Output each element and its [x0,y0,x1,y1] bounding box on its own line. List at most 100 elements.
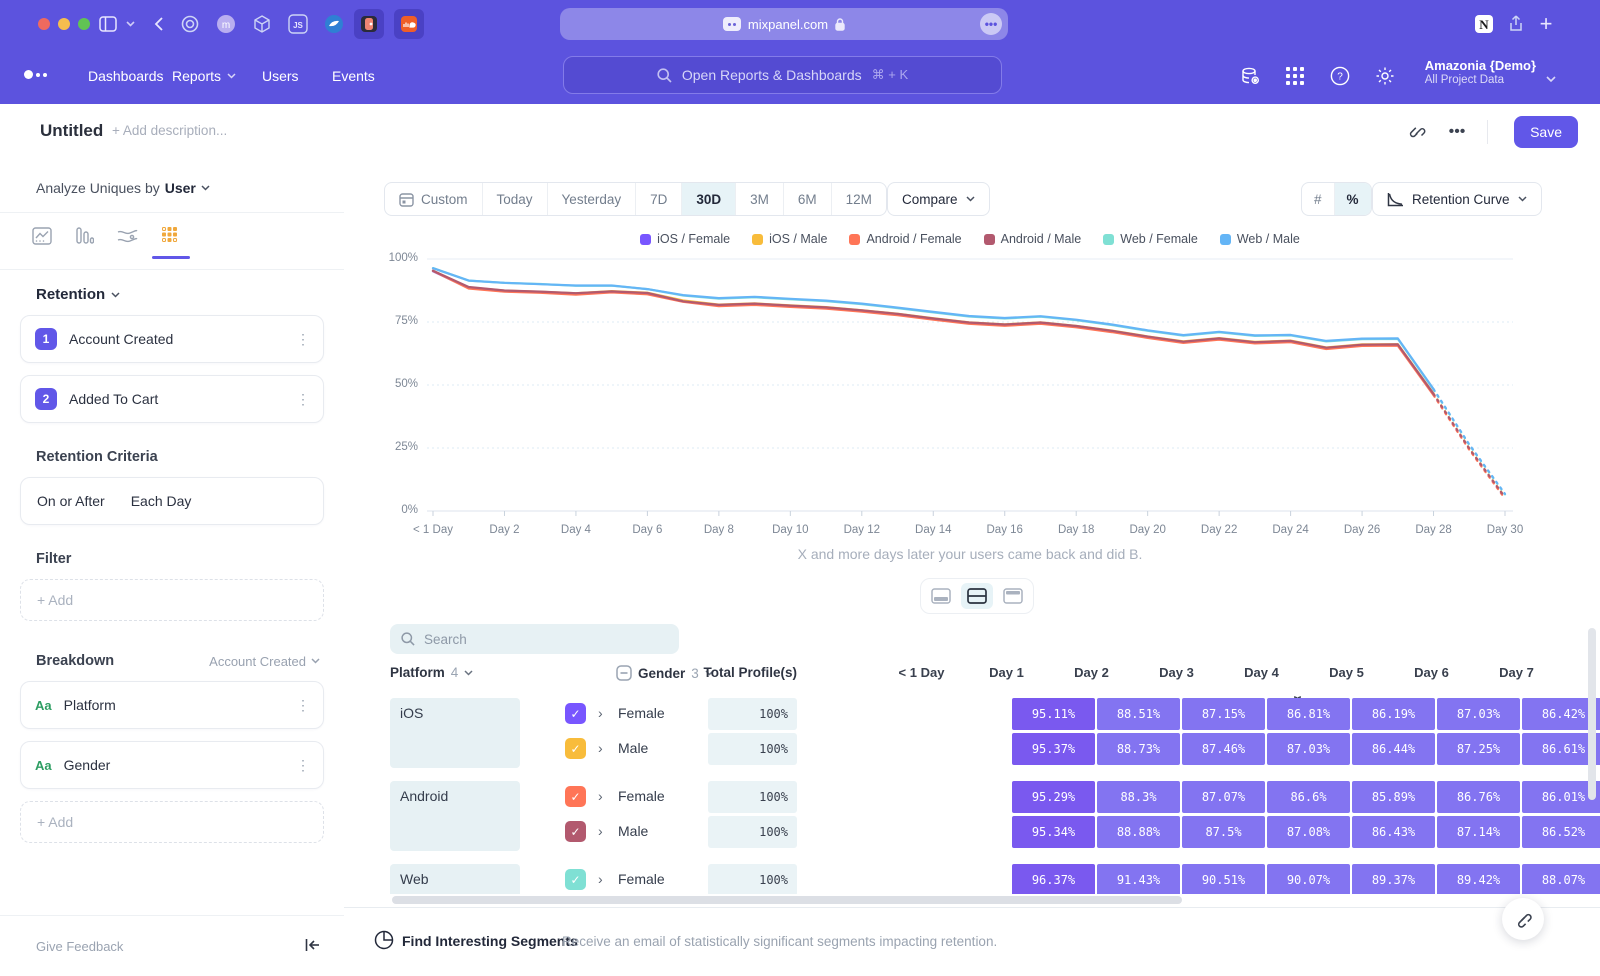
retention-value-cell[interactable]: 86.76% [1437,781,1520,813]
retention-value-cell[interactable]: 95.29% [1012,781,1095,813]
retention-value-cell[interactable]: 95.11% [1012,698,1095,730]
criteria-each-day[interactable]: Each Day [131,493,192,509]
back-icon[interactable] [146,12,170,36]
retention-value-cell[interactable]: 87.03% [1267,733,1350,765]
nav-item-events[interactable]: Events [332,62,375,90]
legend-item[interactable]: Web / Male [1220,232,1300,246]
globe-extension-icon[interactable] [322,12,346,36]
data-management-icon[interactable] [1236,62,1264,90]
settings-gear-icon[interactable] [1371,62,1399,90]
notion-app-icon[interactable]: N [1472,12,1496,36]
open-reports-search[interactable]: Open Reports & Dashboards ⌘ + K [563,56,1002,94]
compare-button[interactable]: Compare [887,182,990,216]
mode-absolute-button[interactable]: # [1302,183,1334,215]
view-split-button[interactable] [961,583,993,609]
retention-value-cell[interactable]: 85.89% [1352,781,1435,813]
nav-item-reports[interactable]: Reports [172,62,236,90]
nav-item-dashboards[interactable]: Dashboards [88,62,164,90]
retention-criteria-card[interactable]: On or After Each Day [20,477,324,525]
breakdown-platform[interactable]: AaPlatform⋮ [20,681,324,729]
retention-value-cell[interactable]: 86.81% [1267,698,1350,730]
breakdown-gender[interactable]: AaGender⋮ [20,741,324,789]
add-description[interactable]: + Add description... [112,123,227,138]
tab-flows[interactable] [106,216,149,256]
range-30d[interactable]: 30D [681,183,735,215]
breakdown-options-icon[interactable]: ⋮ [296,697,311,714]
step-options-icon[interactable]: ⋮ [296,331,311,348]
range-6m[interactable]: 6M [783,183,831,215]
row-checkbox[interactable]: ✓ [565,786,586,807]
range-3m[interactable]: 3M [735,183,783,215]
retention-value-cell[interactable]: 88.3% [1097,781,1180,813]
retention-value-cell[interactable]: 88.73% [1097,733,1180,765]
filter-add-button[interactable]: + Add [20,579,324,621]
row-checkbox[interactable]: ✓ [565,821,586,842]
legend-item[interactable]: Android / Male [984,232,1082,246]
platform-cell[interactable]: iOS [390,698,520,768]
retention-value-cell[interactable]: 86.6% [1267,781,1350,813]
retention-value-cell[interactable]: 96.37% [1012,864,1095,894]
retention-value-cell[interactable]: 87.07% [1182,781,1265,813]
legend-item[interactable]: iOS / Female [640,232,730,246]
breakdown-add-button[interactable]: + Add [20,801,324,843]
table-search-input[interactable]: Search [390,624,679,654]
retention-value-cell[interactable]: 88.88% [1097,816,1180,848]
save-button[interactable]: Save [1514,116,1578,148]
project-switcher[interactable]: Amazonia {Demo} All Project Data [1425,58,1536,86]
interesting-segments-title[interactable]: Find Interesting Segments [402,933,578,949]
retention-value-cell[interactable]: 86.19% [1352,698,1435,730]
breakdown-scope-selector[interactable]: Account Created [209,654,320,669]
analyze-uniques-by[interactable]: Analyze Uniques by User [0,160,344,202]
site-options-icon[interactable]: ••• [980,13,1002,35]
row-checkbox[interactable]: ✓ [565,703,586,724]
collapse-sidebar-icon[interactable] [305,938,320,955]
range-yesterday[interactable]: Yesterday [547,183,636,215]
apps-grid-icon[interactable] [1281,62,1309,90]
nav-item-users[interactable]: Users [262,62,299,90]
retention-value-cell[interactable]: 91.43% [1097,864,1180,894]
address-bar[interactable]: mixpanel.com ••• [560,8,1008,40]
analyze-value[interactable]: User [165,180,196,196]
give-feedback-link[interactable]: Give Feedback [36,939,123,954]
retention-value-cell[interactable]: 86.44% [1352,733,1435,765]
target-extension-icon[interactable] [178,12,202,36]
retention-value-cell[interactable]: 90.51% [1182,864,1265,894]
column-header-platform[interactable]: Platform4 [390,665,473,680]
notes-extension-icon[interactable] [354,9,384,39]
platform-cell[interactable]: Android [390,781,520,851]
copy-link-icon[interactable] [1403,118,1431,146]
range-today[interactable]: Today [482,183,547,215]
retention-value-cell[interactable]: 87.08% [1267,816,1350,848]
avatar-m-extension-icon[interactable]: m [214,12,238,36]
sidebar-toggle-icon[interactable] [96,12,120,36]
retention-step-1[interactable]: 1Account Created⋮ [20,315,324,363]
retention-value-cell[interactable]: 95.37% [1012,733,1095,765]
share-icon[interactable] [1504,12,1528,36]
platform-cell[interactable]: Web [390,864,520,894]
cube-extension-icon[interactable] [250,12,274,36]
retention-value-cell[interactable]: 89.37% [1352,864,1435,894]
expand-row-icon[interactable]: › [598,740,603,756]
more-options-icon[interactable]: ••• [1443,118,1471,146]
share-link-floating-button[interactable] [1502,898,1544,940]
range-7d[interactable]: 7D [635,183,681,215]
tab-funnels[interactable] [63,216,106,256]
window-close-button[interactable] [38,18,50,30]
retention-line-chart[interactable] [427,255,1513,519]
step-options-icon[interactable]: ⋮ [296,391,311,408]
help-icon[interactable]: ? [1326,62,1354,90]
view-chart-only-button[interactable] [925,583,957,609]
row-checkbox[interactable]: ✓ [565,738,586,759]
chevron-down-icon[interactable] [118,12,142,36]
retention-value-cell[interactable]: 90.07% [1267,864,1350,894]
mode-percent-button[interactable]: % [1334,183,1371,215]
expand-row-icon[interactable]: › [598,823,603,839]
tab-retention[interactable] [149,216,192,256]
mixpanel-logo[interactable] [24,70,47,79]
tab-insights[interactable] [20,216,63,256]
js-extension-icon[interactable]: JS [286,12,310,36]
vertical-scrollbar[interactable] [1588,628,1596,800]
retention-value-cell[interactable]: 95.34% [1012,816,1095,848]
view-table-only-button[interactable] [997,583,1029,609]
criteria-on-or-after[interactable]: On or After [37,493,105,509]
